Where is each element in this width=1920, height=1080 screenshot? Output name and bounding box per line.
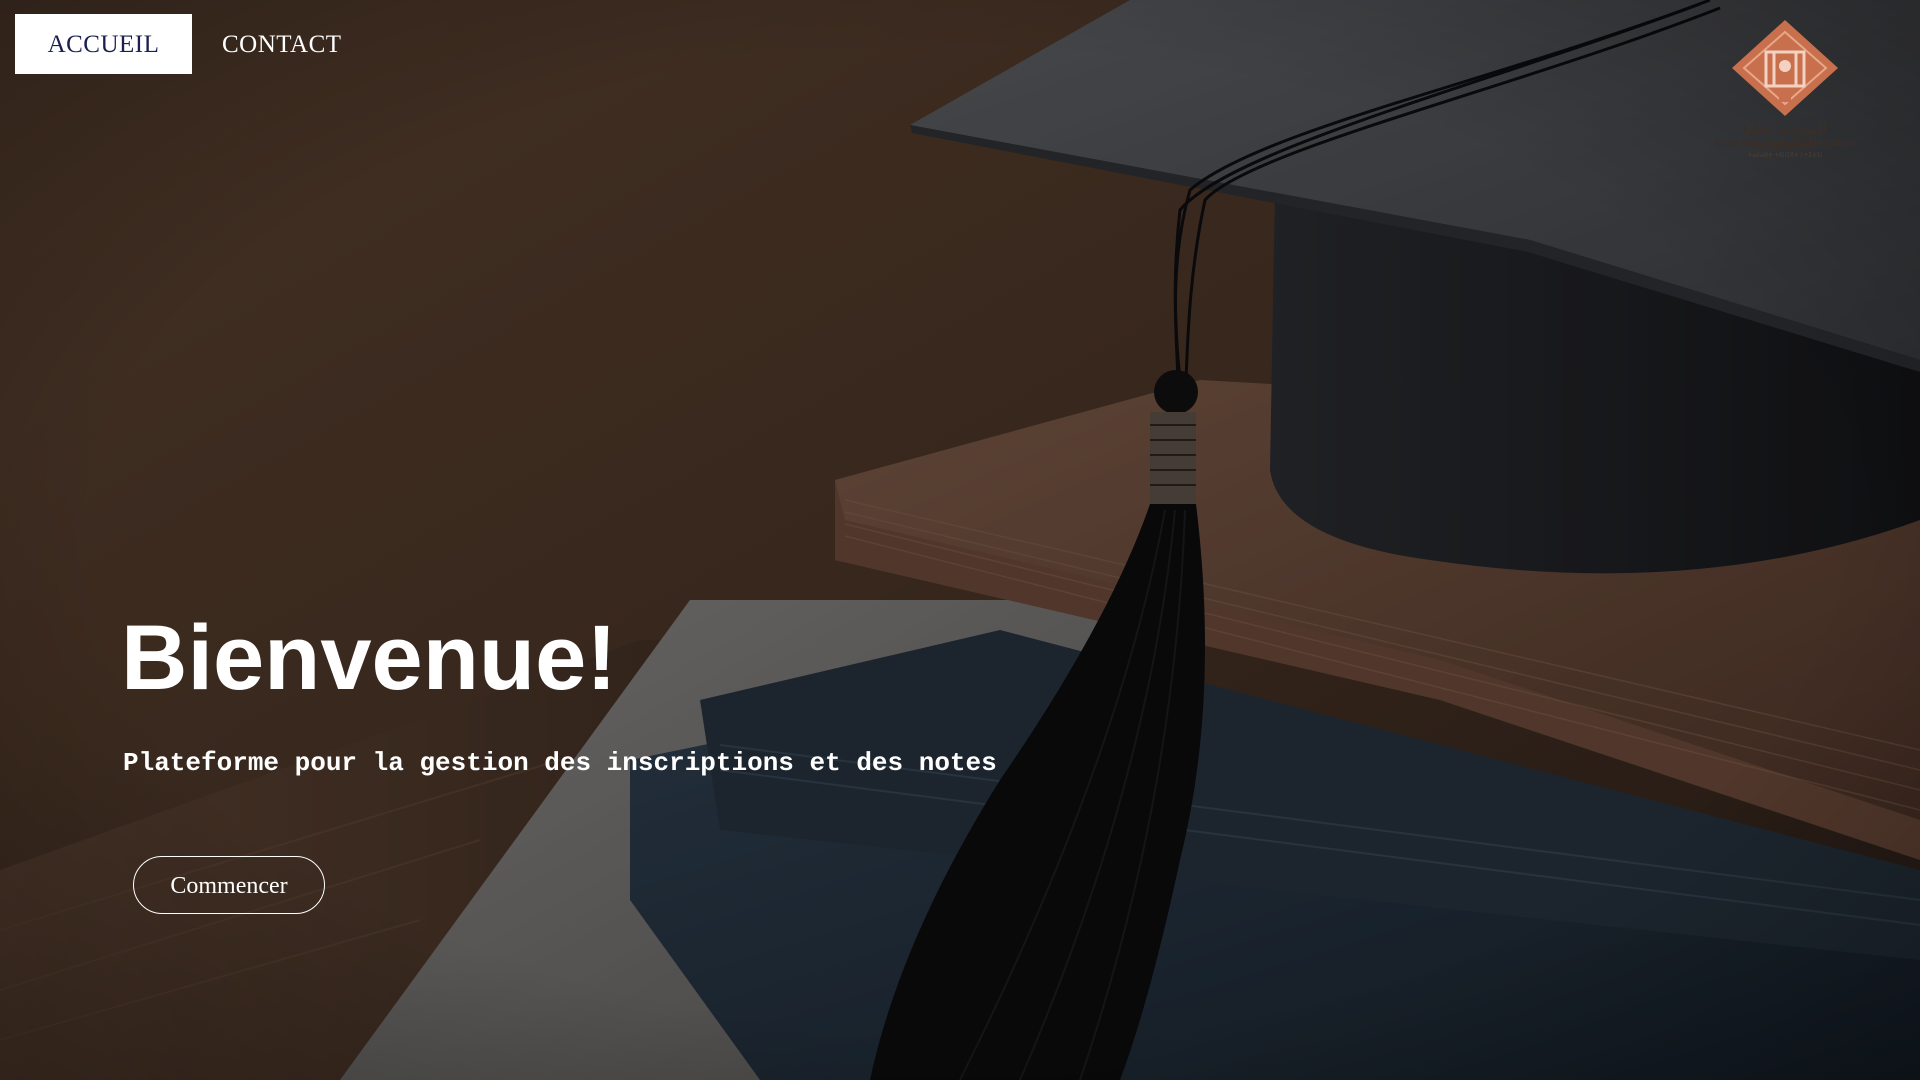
hero-title: Bienvenue! [121, 607, 617, 709]
nav-item-contact[interactable]: CONTACT [222, 14, 342, 74]
hero-subtitle: Plateforme pour la gestion des inscripti… [123, 748, 997, 778]
landing-page: ACCUEIL CONTACT المدرسة العليا للتكنولوج… [0, 0, 1920, 1080]
logo-emblem-icon [1732, 20, 1838, 116]
nav-item-accueil[interactable]: ACCUEIL [15, 14, 192, 74]
logo-tifinagh-text: ⵜⴰⵏⵏⴰⵍⵜ ⵜⵓⵏⵏⵉⴳⵜ ⵏ ⵜⵉⵜⵉⵏ [1747, 153, 1823, 159]
hero-background-image [0, 0, 1920, 1080]
commencer-button[interactable]: Commencer [133, 856, 325, 914]
main-nav: ACCUEIL CONTACT [15, 14, 342, 74]
school-logo: المدرسة العليا للتكنولوجيا École Supérie… [1710, 16, 1860, 166]
logo-french-text: École Supérieure de Technologie [1714, 138, 1856, 148]
